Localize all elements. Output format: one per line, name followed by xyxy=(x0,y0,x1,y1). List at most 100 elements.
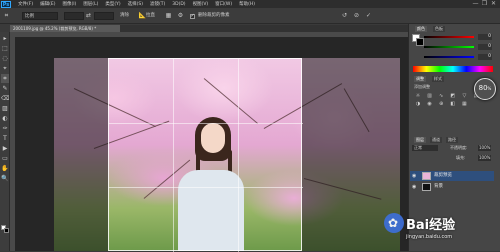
options-bar: ⌗ 比例 ⇄ 清除 📐 拉直 ▦ ⚙ 删除裁剪的像素 ↺ ⊘ ✓ xyxy=(0,8,500,24)
crop-preset-select[interactable]: 比例 xyxy=(22,12,58,20)
green-value[interactable]: 0 xyxy=(478,44,492,50)
vibrance-icon[interactable]: ▽ xyxy=(460,93,468,99)
tab-paths[interactable]: 路径 xyxy=(446,137,458,143)
gear-icon[interactable]: ⚙ xyxy=(176,12,185,20)
color-panel-bg[interactable] xyxy=(416,38,424,46)
zoom-unit: % xyxy=(487,86,492,91)
brush-tool-icon[interactable]: ✎ xyxy=(1,84,9,93)
ratio-height-field[interactable] xyxy=(94,12,114,20)
crop-grid-line xyxy=(238,59,239,252)
window-controls: — ❐ ✕ xyxy=(471,0,498,8)
baidu-watermark: ✿ Bai经验 xyxy=(384,212,496,234)
tab-channels[interactable]: 通道 xyxy=(430,137,442,143)
eye-icon[interactable]: ◉ xyxy=(412,171,416,181)
watermark-text: Bai经验 xyxy=(406,217,456,233)
pen-tool-icon[interactable]: ✑ xyxy=(1,124,9,133)
watermark-url: jingyan.baidu.com xyxy=(406,234,453,240)
red-value[interactable]: 0 xyxy=(478,34,492,40)
quick-select-tool-icon[interactable]: ⌖ xyxy=(1,64,9,73)
menu-edit[interactable]: 编辑(E) xyxy=(40,1,55,7)
color-spectrum[interactable] xyxy=(413,66,493,72)
background-color-swatch[interactable] xyxy=(4,228,9,233)
tab-swatches[interactable]: 色板 xyxy=(433,26,445,32)
delete-cropped-label: 删除裁剪的像素 xyxy=(198,13,230,18)
crop-grid-line xyxy=(109,187,303,188)
document-tab[interactable]: 2001109.jpg @ 45.2% (裁剪预览, RGB/8) * xyxy=(10,25,120,32)
type-tool-icon[interactable]: T xyxy=(1,134,9,143)
path-select-tool-icon[interactable]: ▶ xyxy=(1,144,9,153)
swap-icon[interactable]: ⇄ xyxy=(84,12,93,20)
fill-label: 填充: xyxy=(456,155,466,160)
curves-icon[interactable]: ∿ xyxy=(437,93,445,99)
bw-icon[interactable]: ◑ xyxy=(414,101,422,107)
delete-cropped-checkbox[interactable] xyxy=(190,13,195,19)
red-slider[interactable] xyxy=(424,36,474,38)
layer-row[interactable]: ◉ 背景 xyxy=(410,182,494,192)
close-button[interactable]: ✕ xyxy=(489,0,498,8)
levels-icon[interactable]: ▥ xyxy=(426,93,434,99)
channel-mixer-icon[interactable]: ⊕ xyxy=(437,101,445,107)
menu-bar: Ps 文件(F) 编辑(E) 图像(I) 图层(L) 类型(Y) 选择(S) 滤… xyxy=(0,0,500,8)
invert-icon[interactable]: ◧ xyxy=(449,101,457,107)
commit-icon[interactable]: ✓ xyxy=(364,12,373,20)
zoom-tool-icon[interactable]: 🔍 xyxy=(1,174,9,183)
eye-icon[interactable]: ◉ xyxy=(412,182,416,192)
minimize-button[interactable]: — xyxy=(471,0,480,8)
menu-window[interactable]: 窗口(W) xyxy=(215,1,232,7)
menu-help[interactable]: 帮助(H) xyxy=(239,1,255,7)
menu-layer[interactable]: 图层(L) xyxy=(83,1,98,7)
lasso-tool-icon[interactable]: ◌ xyxy=(1,54,9,63)
green-slider[interactable] xyxy=(424,46,474,48)
layer-name: 裁剪预览 xyxy=(434,173,452,178)
overlay-grid-icon[interactable]: ▦ xyxy=(164,12,173,20)
restore-button[interactable]: ❐ xyxy=(480,0,489,8)
layer-name: 背景 xyxy=(434,184,443,189)
blend-mode-select[interactable]: 正常 xyxy=(412,145,438,151)
paw-logo-icon: ✿ xyxy=(384,213,404,233)
blue-value[interactable]: 0 xyxy=(478,54,492,60)
straighten-label[interactable]: 拉直 xyxy=(146,12,155,20)
hand-tool-icon[interactable]: ✋ xyxy=(1,164,9,173)
zoom-value: 80 xyxy=(478,84,488,92)
add-adjustment-label: 添加调整 xyxy=(414,84,430,89)
exposure-icon[interactable]: ◩ xyxy=(449,93,457,99)
opacity-value[interactable]: 100% xyxy=(478,145,492,151)
menu-view[interactable]: 视图(V) xyxy=(193,1,209,7)
crop-tool-icon[interactable]: ⌗ xyxy=(2,12,11,20)
menu-3d[interactable]: 3D(D) xyxy=(172,2,185,7)
clear-button[interactable]: 清除 xyxy=(120,12,129,20)
tab-styles[interactable]: 样式 xyxy=(432,76,444,82)
cancel-icon[interactable]: ⊘ xyxy=(352,12,361,20)
fill-value[interactable]: 100% xyxy=(478,155,492,161)
menu-file[interactable]: 文件(F) xyxy=(18,1,33,7)
shape-tool-icon[interactable]: ▭ xyxy=(1,154,9,163)
ratio-width-field[interactable] xyxy=(64,12,84,20)
dodge-tool-icon[interactable]: ◐ xyxy=(1,114,9,123)
tools-panel: ▸ ⬚ ◌ ⌖ ⌗ ✎ ⌫ ▨ ◐ ✑ T ▶ ▭ ✋ 🔍 xyxy=(0,32,10,251)
posterize-icon[interactable]: ▦ xyxy=(460,101,468,107)
menu-type[interactable]: 类型(Y) xyxy=(105,1,120,7)
menu-image[interactable]: 图像(I) xyxy=(62,1,76,7)
brightness-icon[interactable]: ☼ xyxy=(414,93,422,99)
tab-color[interactable]: 颜色 xyxy=(415,26,427,32)
crop-grid-line xyxy=(109,123,303,124)
crop-tool-icon[interactable]: ⌗ xyxy=(1,74,9,83)
photoshop-logo: Ps xyxy=(1,0,11,8)
move-tool-icon[interactable]: ▸ xyxy=(1,34,9,43)
layer-thumbnail xyxy=(422,183,431,191)
photo-filter-icon[interactable]: ◉ xyxy=(426,101,434,107)
layer-thumbnail xyxy=(422,172,431,180)
reset-icon[interactable]: ↺ xyxy=(340,12,349,20)
layer-row[interactable]: ◉ 裁剪预览 xyxy=(410,171,494,181)
menu-filter[interactable]: 滤镜(T) xyxy=(150,1,165,7)
tab-layers[interactable]: 图层 xyxy=(414,137,426,143)
tab-adjustments[interactable]: 调整 xyxy=(414,76,426,82)
crop-box[interactable] xyxy=(108,58,303,252)
ruler-vertical xyxy=(10,32,15,251)
gradient-tool-icon[interactable]: ▨ xyxy=(1,104,9,113)
blue-slider[interactable] xyxy=(424,56,474,58)
eraser-tool-icon[interactable]: ⌫ xyxy=(1,94,9,103)
opacity-label: 不透明度: xyxy=(450,145,468,150)
menu-select[interactable]: 选择(S) xyxy=(128,1,143,7)
marquee-tool-icon[interactable]: ⬚ xyxy=(1,44,9,53)
